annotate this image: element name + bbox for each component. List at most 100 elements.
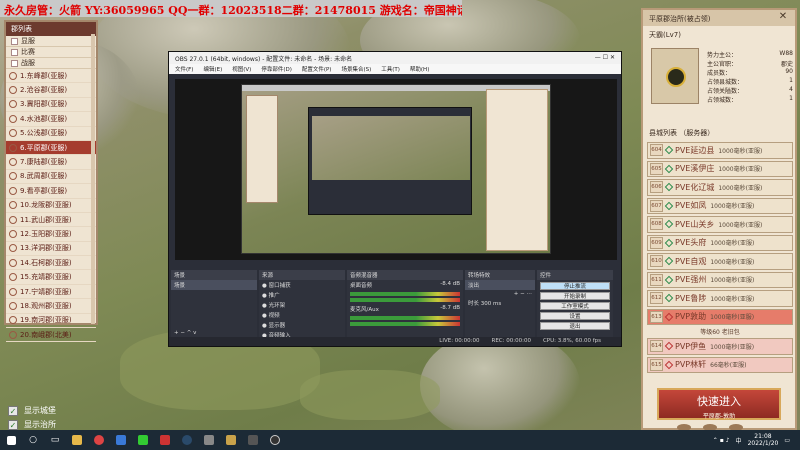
server-item[interactable]: 607 PVE如凤 1000毫秒(亚服) (647, 197, 793, 214)
settings-button[interactable]: 设置 (540, 312, 610, 320)
notification-icon[interactable]: ▭ (784, 437, 790, 444)
start-recording-button[interactable]: 开始录制 (540, 292, 610, 300)
province-icon (9, 186, 17, 195)
province-item[interactable]: 6.平原郡(亚服) (6, 140, 96, 156)
windows-start-icon[interactable] (1, 432, 21, 448)
menu-profile[interactable]: 配置文件(P) (302, 65, 332, 73)
server-item[interactable]: 608 PVE山关乡 1000毫秒(亚服) (647, 216, 793, 233)
stream-overlay-title: 永久房管：火箭 YY:36059965 QQ一群：12023518二群：2147… (0, 0, 462, 17)
volume-meter[interactable] (350, 322, 460, 326)
menu-tools[interactable]: 工具(T) (381, 65, 400, 73)
game-icon[interactable] (221, 432, 241, 448)
tray-icons[interactable]: ⌃ ▪ ♪ (713, 437, 730, 444)
menu-file[interactable]: 文件(F) (175, 65, 193, 73)
source-item[interactable]: ● 光环架 (259, 300, 345, 310)
exit-button[interactable]: 退出 (540, 322, 610, 330)
province-item[interactable]: 10.龙阪郡(亚服) (6, 199, 96, 213)
checkbox-icon[interactable] (11, 37, 18, 45)
search-icon[interactable]: ○ (23, 432, 43, 448)
province-item[interactable]: 18.观州郡(亚服) (6, 299, 96, 314)
server-item[interactable]: 614 PVP伊鱼 1000毫秒(亚服) (647, 338, 793, 355)
province-item[interactable]: 8.武周郡(亚服) (6, 170, 96, 185)
server-item[interactable]: 609 PVE头府 1000毫秒(亚服) (647, 234, 793, 251)
province-icon (9, 215, 17, 224)
province-item[interactable]: 5.公浅郡(亚服) (6, 127, 96, 141)
show-city-toggle[interactable]: ✓ 显示城堡 (8, 405, 56, 416)
province-item[interactable]: 17.宁靖郡(亚服) (6, 285, 96, 300)
province-item[interactable]: 12.玉阳郡(亚服) (6, 227, 96, 242)
scrollbar[interactable] (91, 34, 95, 324)
studio-mode-button[interactable]: 工作室模式 (540, 302, 610, 310)
server-item[interactable]: 605 PVE溪伊庄 1000毫秒(亚服) (647, 160, 793, 177)
volume-meter[interactable] (350, 292, 460, 296)
sources-dock: 来源 ● 窗口捕获 ● 推广 ● 光环架 ● 视频 ● 显示器 ● 音频输入 (259, 270, 345, 339)
transition-select[interactable]: 淡出 (465, 280, 535, 290)
server-item[interactable]: 615 PVP林轩 66毫秒(亚服) (647, 356, 793, 373)
source-item[interactable]: ● 显示器 (259, 320, 345, 330)
province-item[interactable]: 13.洋洞郡(亚服) (6, 242, 96, 257)
source-item[interactable]: ● 视频 (259, 310, 345, 320)
source-item[interactable]: ● 推广 (259, 290, 345, 300)
province-item[interactable]: 9.看亭郡(亚服) (6, 184, 96, 199)
scene-item[interactable]: 场景 (171, 280, 257, 290)
server-item[interactable]: 611 PVE强州 1000毫秒(亚服) (647, 271, 793, 288)
server-item[interactable]: 610 PVE自观 1000毫秒(亚服) (647, 253, 793, 270)
province-item[interactable]: 14.石柯郡(亚服) (6, 256, 96, 271)
scene-add-remove-icon[interactable]: + − ^ v (171, 329, 199, 337)
app-icon[interactable] (199, 432, 219, 448)
checkmark-icon[interactable]: ✓ (8, 419, 18, 430)
show-route-toggle[interactable]: ✓ 显示治所 (8, 419, 56, 430)
server-number: 608 (650, 218, 663, 231)
input-language[interactable]: 中 (736, 436, 742, 445)
volume-meter[interactable] (350, 316, 460, 320)
server-item[interactable]: 613 PVP敦助 1000毫秒(亚服) (647, 308, 793, 325)
task-view-icon[interactable]: ▭ (45, 432, 65, 448)
volume-meter[interactable] (350, 298, 460, 302)
menu-view[interactable]: 视图(V) (232, 65, 251, 73)
province-item[interactable]: 7.康陆郡(亚服) (6, 155, 96, 170)
close-icon[interactable]: ✕ (776, 11, 790, 23)
province-item[interactable]: 3.冀阳郡(亚服) (6, 98, 96, 113)
province-item[interactable]: 11.武山郡(亚服) (6, 213, 96, 228)
wechat-icon[interactable] (133, 432, 153, 448)
server-item[interactable]: 606 PVE化辽城 1000毫秒(亚服) (647, 179, 793, 196)
transition-add-icon[interactable]: + − ⋯ (465, 290, 535, 298)
server-item[interactable]: 612 PVE鲁陟 1000毫秒(亚服) (647, 290, 793, 307)
preview-server-panel (486, 89, 548, 251)
filter-war[interactable]: 战服 (6, 58, 96, 69)
province-item[interactable]: 1.东峰郡(亚服) (6, 69, 96, 84)
steam-icon[interactable] (177, 432, 197, 448)
app-icon[interactable] (243, 432, 263, 448)
filter-asia[interactable]: 显服 (6, 36, 96, 47)
app-icon[interactable] (111, 432, 131, 448)
province-item[interactable]: 4.水池郡(亚服) (6, 112, 96, 127)
server-number: 606 (650, 181, 663, 194)
server-list-label: 县城列表 （服务器） (649, 129, 715, 137)
menu-scene-collection[interactable]: 场景集合(S) (341, 65, 371, 73)
source-item[interactable]: ● 窗口捕获 (259, 280, 345, 290)
clock[interactable]: 21:08 2022/1/20 (748, 433, 779, 447)
obs-preview[interactable] (175, 79, 617, 260)
checkbox-icon[interactable] (11, 59, 18, 67)
menu-edit[interactable]: 编辑(E) (203, 65, 222, 73)
server-item[interactable]: 604 PVE延边县 1000毫秒(亚服) (647, 142, 793, 159)
window-controls-icon[interactable]: — ☐ ✕ (595, 54, 615, 62)
checkmark-icon[interactable]: ✓ (8, 405, 18, 416)
quick-enter-button[interactable]: 快速进入 平原郡-敦助 (657, 388, 781, 420)
menu-help[interactable]: 帮助(H) (410, 65, 429, 73)
stop-streaming-button[interactable]: 停止推流 (540, 282, 610, 290)
province-item[interactable]: 20.南峨郡(北美) (6, 328, 96, 343)
province-item[interactable]: 15.充靖郡(亚服) (6, 270, 96, 285)
panel-title: 平原郡治所(被占领) (643, 10, 795, 26)
province-list: 1.东峰郡(亚服) 2.沧谷郡(亚服) 3.冀阳郡(亚服) 4.水池郡(亚服) 5.公浅… (6, 69, 96, 343)
obs-icon[interactable] (265, 432, 285, 448)
app-icon[interactable] (155, 432, 175, 448)
checkbox-icon[interactable] (11, 48, 18, 56)
file-explorer-icon[interactable] (67, 432, 87, 448)
province-item[interactable]: 19.南河郡(亚服) (6, 314, 96, 329)
province-item[interactable]: 2.沧谷郡(亚服) (6, 83, 96, 98)
menu-docks[interactable]: 停靠部件(D) (261, 65, 292, 73)
chrome-icon[interactable] (89, 432, 109, 448)
filter-match[interactable]: 比赛 (6, 47, 96, 58)
transition-duration[interactable]: 时长 300 ms (465, 298, 535, 308)
